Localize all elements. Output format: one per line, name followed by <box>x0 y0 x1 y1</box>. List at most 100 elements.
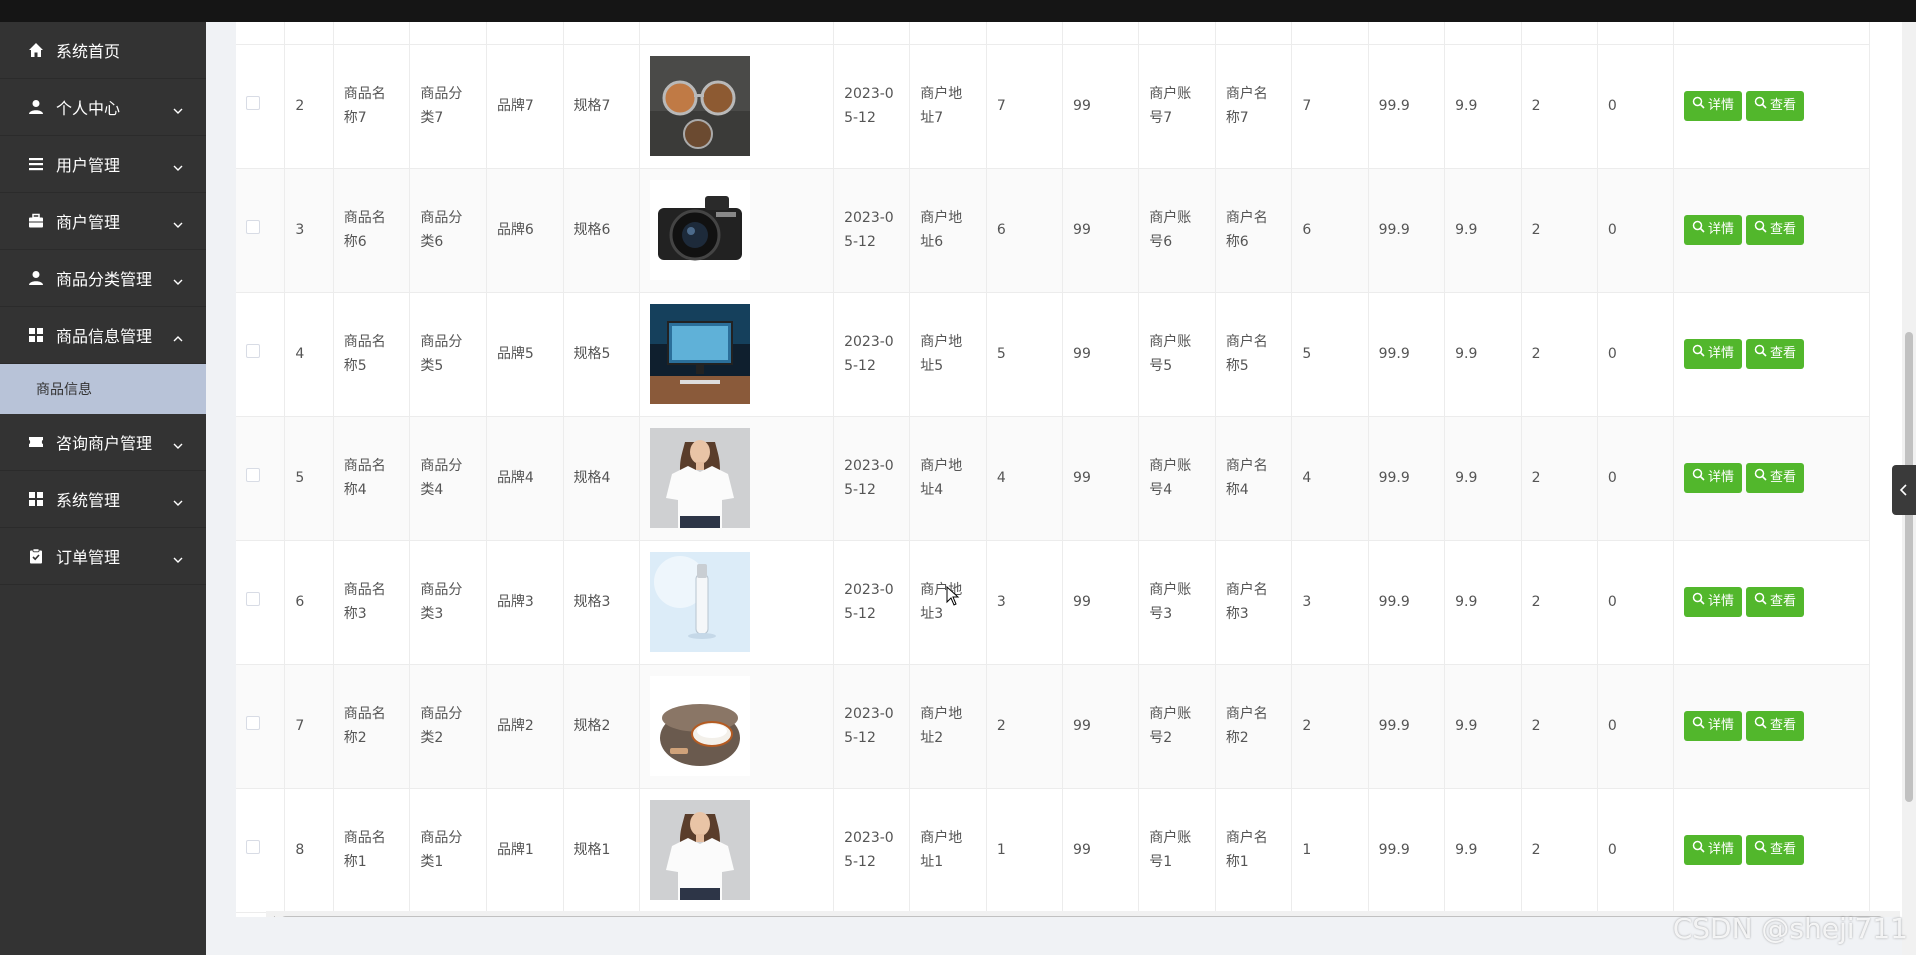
sidebar-item-2[interactable]: 用户管理 <box>0 136 206 193</box>
cell-category: 商品分类3 <box>409 540 487 665</box>
detail-button[interactable]: 详情 <box>1684 835 1743 865</box>
view-button[interactable]: 查看 <box>1746 339 1805 369</box>
sidebar-item-label: 订单管理 <box>56 548 121 567</box>
product-image-serum[interactable] <box>650 552 823 652</box>
product-image-camera[interactable] <box>650 180 823 280</box>
detail-button[interactable]: 详情 <box>1684 339 1743 369</box>
sidebar-item-4[interactable]: 商品分类管理 <box>0 250 206 307</box>
cell-price: 99.9 <box>1368 168 1446 293</box>
table-cell <box>333 22 411 45</box>
cell-spec: 规格3 <box>563 540 641 665</box>
cell-spec: 规格7 <box>563 44 641 169</box>
sidebar-item-3[interactable]: 商户管理 <box>0 193 206 250</box>
view-button[interactable]: 查看 <box>1746 587 1805 617</box>
sidebar-item-8[interactable]: 订单管理 <box>0 528 206 585</box>
row-checkbox[interactable] <box>246 344 260 358</box>
cell-brand: 品牌7 <box>486 44 564 169</box>
cell-merchant: 商户名称5 <box>1215 292 1293 417</box>
row-index: 6 <box>284 540 334 665</box>
cell-brand: 品牌2 <box>486 664 564 789</box>
cell-account: 商户账号4 <box>1138 416 1216 541</box>
cell-c1: 2 <box>986 664 1064 789</box>
sidebar-item-0[interactable]: 系统首页 <box>0 22 206 79</box>
sidebar-item-5[interactable]: 商品信息管理 <box>0 307 206 364</box>
sidebar-item-6[interactable]: 咨询商户管理 <box>0 414 206 471</box>
view-button[interactable]: 查看 <box>1746 463 1805 493</box>
row-index: 2 <box>284 44 334 169</box>
grid-icon <box>28 327 44 343</box>
table-row: 7 商品名称2 商品分类2 品牌2 规格2 2023-05-12 商户地址2 2 99 商户账号2… <box>236 664 1870 789</box>
search-icon <box>1692 342 1708 366</box>
table-cell <box>236 22 286 45</box>
row-checkbox[interactable] <box>246 592 260 606</box>
vertical-scroll-thumb[interactable] <box>1905 332 1913 802</box>
table-row-partial <box>236 22 1870 45</box>
scroll-left-icon[interactable] <box>270 916 275 917</box>
cell-c5: 2 <box>1521 540 1598 665</box>
search-icon <box>1692 590 1708 614</box>
view-button[interactable]: 查看 <box>1746 215 1805 245</box>
row-checkbox[interactable] <box>246 220 260 234</box>
cell-c6: 0 <box>1597 292 1675 417</box>
chevron-down-icon <box>172 158 184 171</box>
chevron-down-icon <box>172 550 184 563</box>
cell-spec: 规格6 <box>563 168 641 293</box>
cell-image <box>639 44 835 169</box>
submenu-item-product-info[interactable]: 商品信息 <box>0 364 206 414</box>
cell-c3: 1 <box>1291 788 1369 913</box>
row-checkbox[interactable] <box>246 716 260 730</box>
cell-c6: 0 <box>1597 44 1675 169</box>
view-button-label: 查看 <box>1770 98 1797 113</box>
product-image-tshirt[interactable] <box>650 428 823 528</box>
cell-image <box>639 664 835 789</box>
cell-date: 2023-05-12 <box>833 788 911 913</box>
row-select-cell <box>236 416 286 541</box>
detail-button[interactable]: 详情 <box>1684 215 1743 245</box>
main-content: 2 商品名称7 商品分类7 品牌7 规格7 2023-05-12 商户地址7 7 99 商户账号7… <box>206 22 1916 955</box>
search-icon <box>1692 218 1708 242</box>
table-cell <box>1673 22 1870 45</box>
detail-button[interactable]: 详情 <box>1684 91 1743 121</box>
cell-c1: 6 <box>986 168 1064 293</box>
cell-price: 99.9 <box>1368 540 1446 665</box>
chevron-up-icon <box>172 329 184 342</box>
search-icon <box>1754 94 1770 118</box>
cell-date: 2023-05-12 <box>833 416 911 541</box>
row-checkbox[interactable] <box>246 468 260 482</box>
view-button[interactable]: 查看 <box>1746 711 1805 741</box>
cell-brand: 品牌3 <box>486 540 564 665</box>
view-button[interactable]: 查看 <box>1746 835 1805 865</box>
detail-button[interactable]: 详情 <box>1684 711 1743 741</box>
grid-icon <box>28 491 44 507</box>
cell-category: 商品分类4 <box>409 416 487 541</box>
horizontal-scrollbar[interactable] <box>266 911 1900 917</box>
product-image-tshirt[interactable] <box>650 800 823 900</box>
cell-c6: 0 <box>1597 664 1675 789</box>
product-image-monitor[interactable] <box>650 304 823 404</box>
sidebar-item-7[interactable]: 系统管理 <box>0 471 206 528</box>
user-icon <box>28 270 44 286</box>
user-icon <box>28 99 44 115</box>
row-select-cell <box>236 540 286 665</box>
detail-button[interactable]: 详情 <box>1684 587 1743 617</box>
horizontal-scroll-thumb[interactable] <box>281 916 1883 917</box>
product-image-ricecooker[interactable] <box>650 676 823 776</box>
row-checkbox[interactable] <box>246 96 260 110</box>
sidebar-item-label: 商户管理 <box>56 213 121 232</box>
collapse-panel-tab[interactable] <box>1892 465 1916 515</box>
cell-merchant: 商户名称1 <box>1215 788 1293 913</box>
cell-c3: 2 <box>1291 664 1369 789</box>
table-row: 3 商品名称6 商品分类6 品牌6 规格6 2023-05-12 商户地址6 6 99 商户账号6… <box>236 168 1870 293</box>
view-button[interactable]: 查看 <box>1746 91 1805 121</box>
sidebar-item-1[interactable]: 个人中心 <box>0 79 206 136</box>
detail-button[interactable]: 详情 <box>1684 463 1743 493</box>
cell-category: 商品分类5 <box>409 292 487 417</box>
cell-actions: 详情 查看 <box>1673 168 1870 293</box>
search-icon <box>1692 94 1708 118</box>
cell-brand: 品牌6 <box>486 168 564 293</box>
search-icon <box>1754 838 1770 862</box>
cell-c5: 2 <box>1521 168 1598 293</box>
row-checkbox[interactable] <box>246 840 260 854</box>
cell-price: 99.9 <box>1368 416 1446 541</box>
product-image-sunglasses[interactable] <box>650 56 823 156</box>
